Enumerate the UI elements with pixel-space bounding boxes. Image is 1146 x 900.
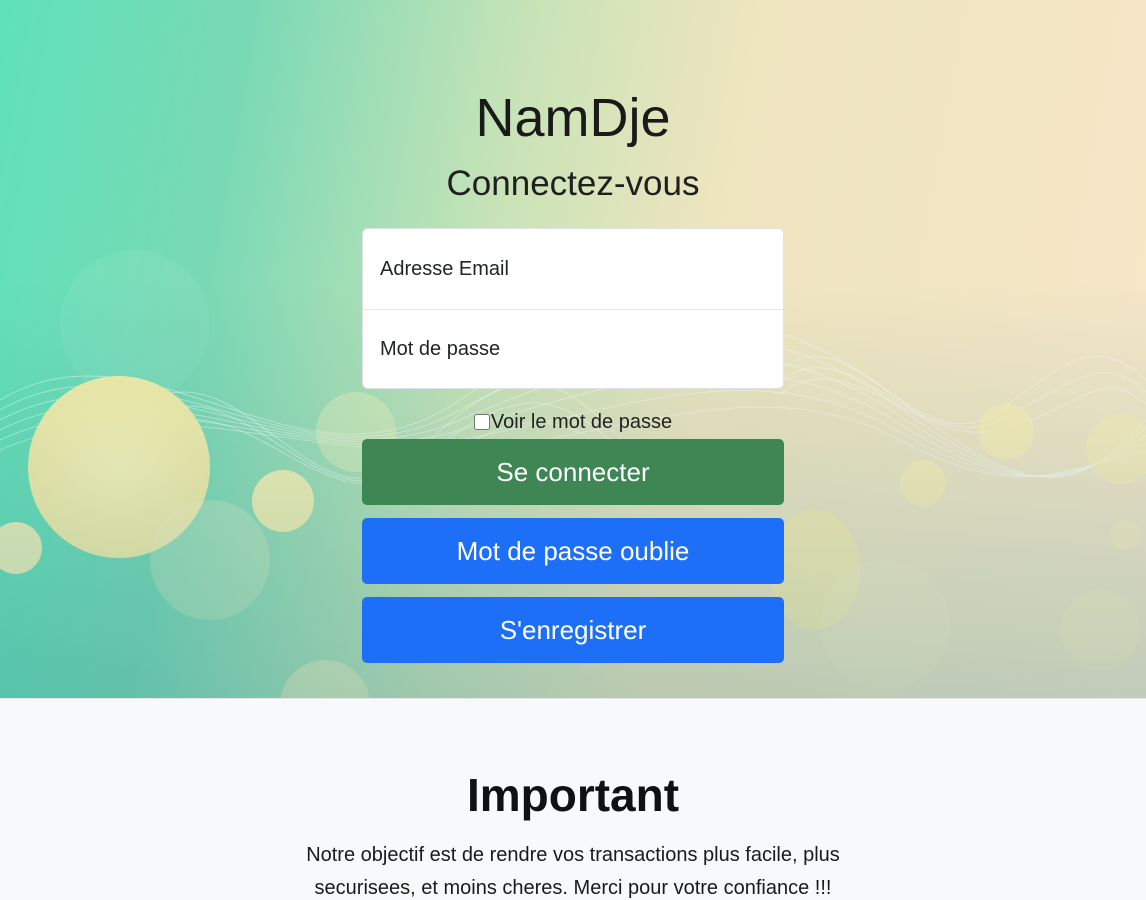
forgot-password-button[interactable]: Mot de passe oublie (362, 518, 784, 584)
app-title: NamDje (475, 88, 671, 148)
show-password-toggle[interactable]: Voir le mot de passe (0, 410, 1146, 434)
info-section: Important Notre objectif est de rendre v… (0, 698, 1146, 900)
email-field[interactable] (363, 229, 783, 309)
login-subtitle: Connectez-vous (446, 164, 700, 203)
info-text: Notre objectif est de rendre vos transac… (306, 844, 840, 899)
password-field[interactable] (363, 309, 783, 388)
show-password-checkbox[interactable] (473, 414, 490, 430)
login-button[interactable]: Se connecter (362, 439, 784, 505)
hero-background: NamDje Connectez-vous Voir le mot de pas… (0, 0, 1146, 698)
login-form (362, 228, 784, 389)
show-password-label: Voir le mot de passe (490, 411, 673, 433)
register-button[interactable]: S'enregistrer (362, 597, 784, 663)
login-page: NamDje Connectez-vous Voir le mot de pas… (0, 0, 1146, 900)
info-heading: Important (466, 769, 680, 821)
